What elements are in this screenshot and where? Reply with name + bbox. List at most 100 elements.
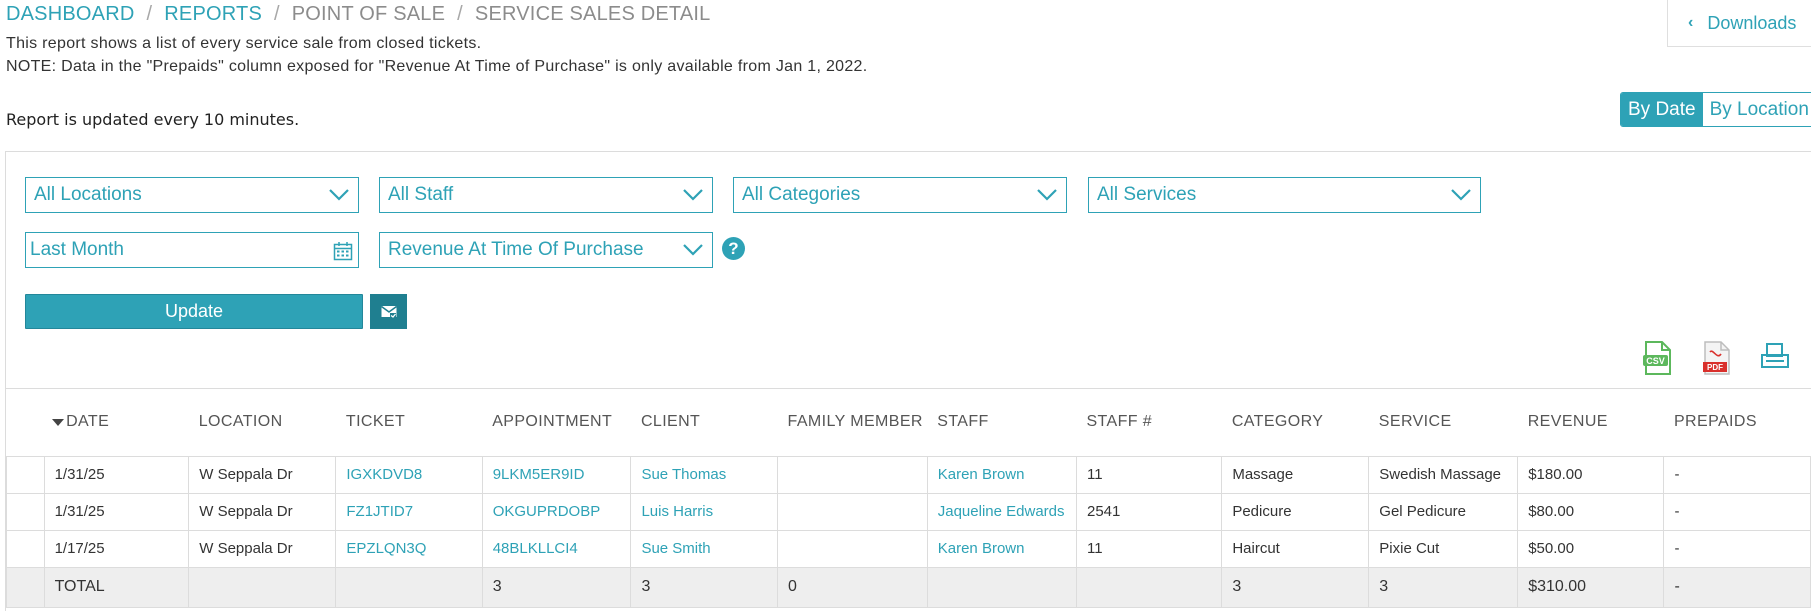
cell-revenue: $50.00 [1517, 529, 1665, 568]
header-family-member[interactable]: Family Member [778, 389, 928, 456]
cell-staff-link[interactable]: Karen Brown [926, 529, 1077, 568]
cell-prepaids: - [1663, 455, 1811, 494]
cell-family-member [777, 492, 928, 531]
service-sales-table: Date Location Ticket Appointment Client … [6, 389, 1811, 608]
cell-category: Massage [1221, 455, 1370, 494]
header-date[interactable]: Date [44, 389, 189, 456]
breadcrumb-separator: / [146, 3, 153, 25]
total-prepaids: - [1663, 566, 1811, 608]
header-service[interactable]: Service [1369, 389, 1518, 456]
categories-select[interactable]: All Categories [733, 177, 1067, 213]
header-revenue[interactable]: Revenue [1518, 389, 1664, 456]
table-row: 1/31/25 W Seppala Dr FZ1JTID7 OKGUPRDOBP… [6, 492, 1811, 531]
cell-appointment-link[interactable]: 48BLKLLCI4 [481, 529, 632, 568]
header-ticket[interactable]: Ticket [336, 389, 482, 456]
cell-appointment-link[interactable]: OKGUPRDOBP [481, 492, 632, 531]
staff-select[interactable]: All Staff [379, 177, 713, 213]
cell-category: Haircut [1221, 529, 1370, 568]
email-report-button[interactable] [370, 294, 407, 329]
cell-family-member [777, 529, 928, 568]
update-button[interactable]: Update [25, 294, 363, 329]
breadcrumb-point-of-sale[interactable]: Point of Sale [292, 3, 445, 25]
header-location[interactable]: Location [189, 389, 336, 456]
help-icon[interactable]: ? [722, 237, 745, 260]
print-icon[interactable] [1758, 340, 1792, 376]
cell-revenue: $180.00 [1517, 455, 1665, 494]
table-row: 1/17/25 W Seppala Dr EPZLQN3Q 48BLKLLCI4… [6, 529, 1811, 568]
row-select-cell [6, 455, 45, 494]
by-location-toggle[interactable]: By Location [1702, 93, 1811, 126]
pdf-export-icon[interactable]: PDF [1699, 340, 1733, 376]
services-select-value: All Services [1097, 184, 1197, 205]
report-description: This report shows a list of every servic… [6, 35, 482, 52]
cell-ticket-link[interactable]: EPZLQN3Q [335, 529, 483, 568]
cell-location: W Seppala Dr [188, 455, 337, 494]
table-header-row: Date Location Ticket Appointment Client … [7, 389, 1811, 456]
date-range-input[interactable]: Last Month [25, 232, 359, 268]
header-category[interactable]: Category [1222, 389, 1369, 456]
svg-text:PDF: PDF [1707, 363, 1723, 372]
cell-date: 1/31/25 [43, 455, 190, 494]
cell-prepaids: - [1663, 529, 1811, 568]
cell-revenue: $80.00 [1517, 492, 1665, 531]
downloads-label: Downloads [1707, 12, 1797, 33]
total-ticket [335, 566, 483, 608]
report-note: NOTE: Data in the "Prepaids" column expo… [6, 58, 868, 75]
chevron-down-icon [683, 244, 703, 256]
cell-appointment-link[interactable]: 9LKM5ER9ID [481, 455, 632, 494]
cell-client-link[interactable]: Luis Harris [630, 492, 779, 531]
cell-service: Swedish Massage [1368, 455, 1519, 494]
svg-text:CSV: CSV [1646, 356, 1665, 366]
header-prepaids[interactable]: Prepaids [1664, 389, 1811, 456]
cell-staff-link[interactable]: Karen Brown [926, 455, 1077, 494]
chevron-down-icon [1037, 189, 1057, 201]
revenue-mode-select[interactable]: Revenue At Time Of Purchase [379, 232, 713, 268]
cell-location: W Seppala Dr [188, 529, 337, 568]
cell-client-link[interactable]: Sue Smith [630, 529, 779, 568]
header-staff[interactable]: Staff [927, 389, 1076, 456]
breadcrumb: Dashboard / Reports / Point of Sale / Service … [6, 3, 710, 26]
total-staff-number [1075, 566, 1223, 608]
chevron-down-icon [1451, 189, 1471, 201]
downloads-button[interactable]: ‹ Downloads [1667, 0, 1811, 47]
breadcrumb-reports[interactable]: Reports [164, 3, 262, 25]
header-appointment[interactable]: Appointment [482, 389, 631, 456]
breadcrumb-service-sales-detail: Service Sales Detail [474, 3, 711, 25]
services-select[interactable]: All Services [1088, 177, 1481, 213]
total-label: TOTAL [43, 566, 190, 608]
total-staff [926, 566, 1077, 608]
cell-ticket-link[interactable]: FZ1JTID7 [335, 492, 483, 531]
cell-service: Gel Pedicure [1368, 492, 1519, 531]
header-staff-number[interactable]: Staff # [1076, 389, 1221, 456]
cell-ticket-link[interactable]: IGXKDVD8 [335, 455, 483, 494]
sort-desc-icon [52, 418, 65, 426]
total-revenue: $310.00 [1517, 566, 1665, 608]
by-date-toggle[interactable]: By Date [1621, 93, 1703, 126]
total-select-cell [6, 566, 45, 608]
email-icon [380, 305, 397, 318]
chevron-left-icon: ‹ [1688, 14, 1694, 31]
calendar-icon[interactable] [333, 241, 353, 261]
cell-staff-number: 11 [1075, 529, 1223, 568]
cell-staff-number: 11 [1075, 455, 1223, 494]
cell-date: 1/17/25 [43, 529, 190, 568]
cell-client-link[interactable]: Sue Thomas [630, 455, 779, 494]
table-total-row: TOTAL 3 3 0 3 3 $310.00 - [6, 566, 1811, 608]
header-row-select [7, 389, 45, 456]
header-client[interactable]: Client [631, 389, 778, 456]
staff-select-value: All Staff [388, 184, 454, 205]
chevron-down-icon [329, 189, 349, 201]
chevron-down-icon [683, 189, 703, 201]
cell-staff-number: 2541 [1075, 492, 1223, 531]
total-client: 3 [630, 566, 779, 608]
locations-select[interactable]: All Locations [25, 177, 359, 213]
csv-export-icon[interactable]: CSV [1640, 340, 1674, 376]
breadcrumb-dashboard[interactable]: Dashboard [6, 3, 135, 25]
cell-service: Pixie Cut [1368, 529, 1519, 568]
total-location [188, 566, 337, 608]
cell-date: 1/31/25 [43, 492, 190, 531]
cell-staff-link[interactable]: Jaqueline Edwards [926, 492, 1077, 531]
total-category: 3 [1221, 566, 1370, 608]
cell-prepaids: - [1663, 492, 1811, 531]
table-row: 1/31/25 W Seppala Dr IGXKDVD8 9LKM5ER9ID… [6, 455, 1811, 494]
